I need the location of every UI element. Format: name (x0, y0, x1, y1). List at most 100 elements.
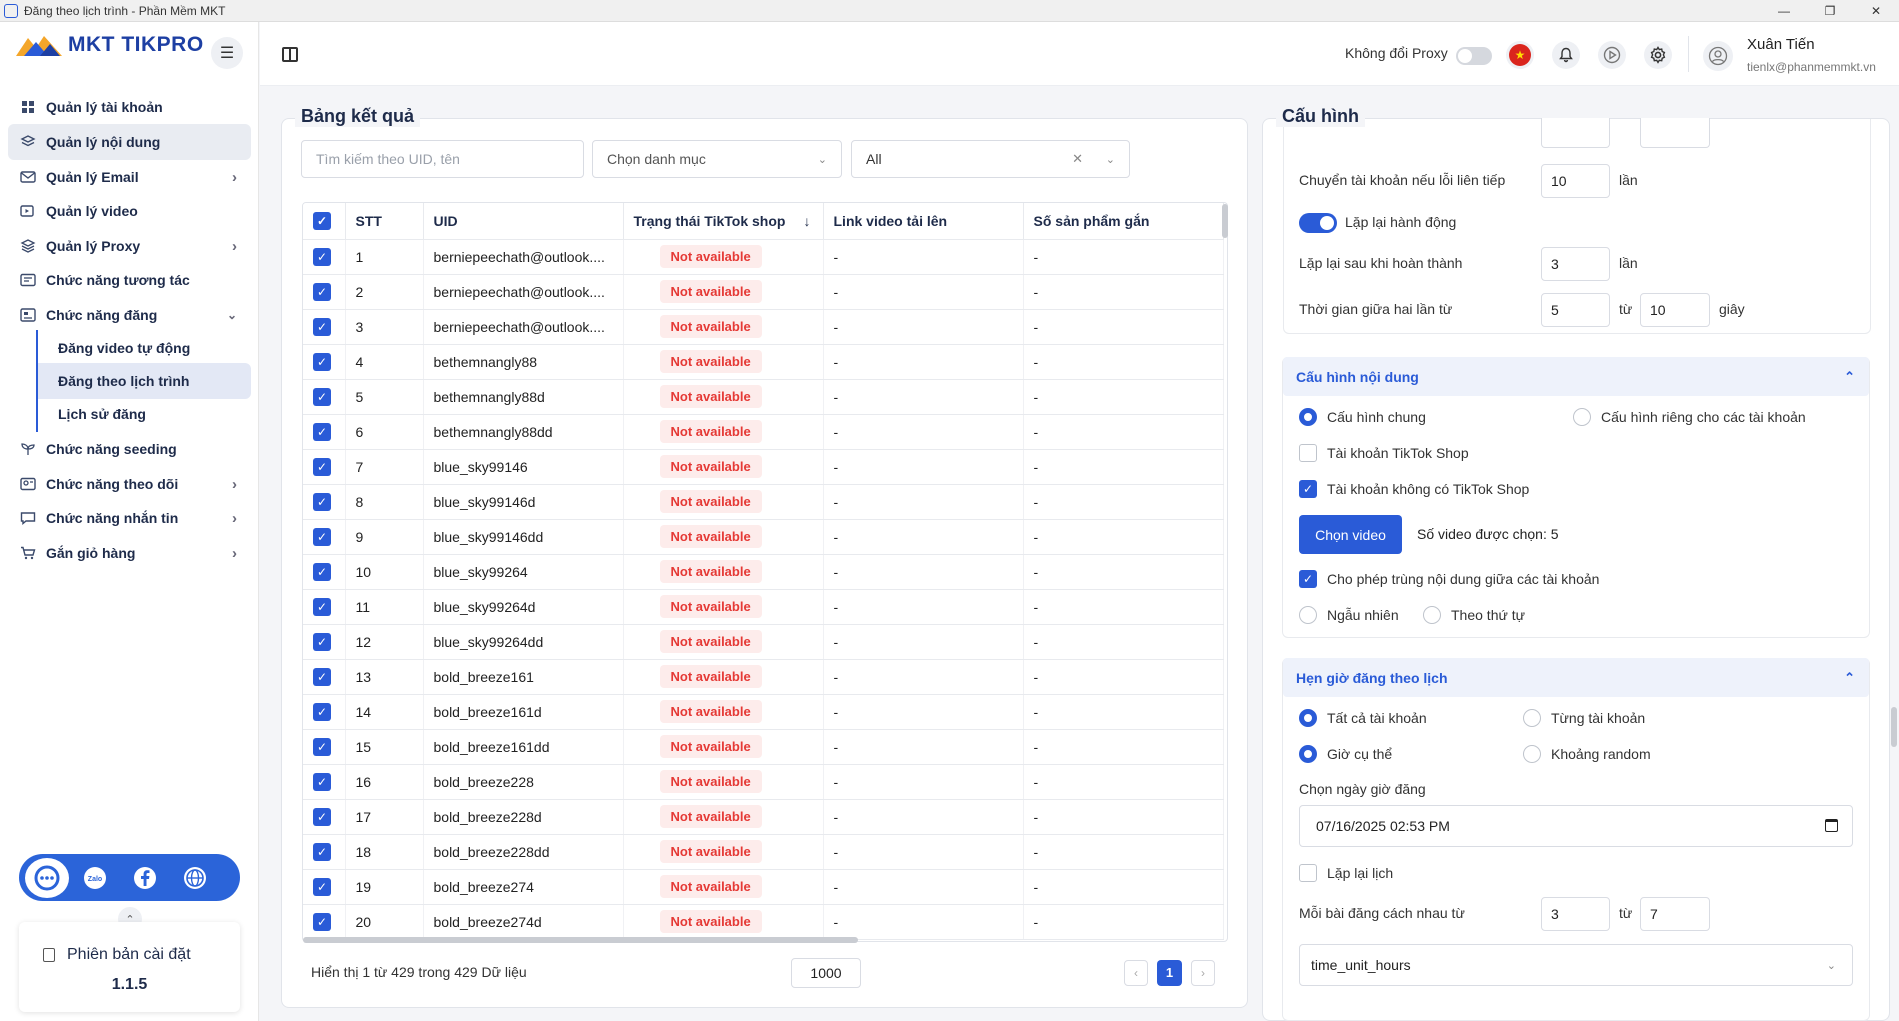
choose-video-button[interactable]: Chọn video (1299, 515, 1402, 554)
row-checkbox[interactable]: ✓ (303, 659, 346, 695)
row-checkbox[interactable]: ✓ (303, 764, 346, 800)
table-row[interactable]: ✓ 1 berniepeechath@outlook.... Not availabl… (303, 239, 1224, 275)
row-checkbox[interactable]: ✓ (303, 274, 346, 310)
col-header-stt[interactable]: STT (345, 203, 424, 240)
zalo-icon[interactable]: Zalo (75, 858, 115, 898)
switch-account-input[interactable]: 10 (1541, 164, 1610, 198)
sidebar-subitem-dang-theo-lich-trinh[interactable]: Đăng theo lịch trình (36, 363, 251, 399)
sidebar-item-quan-ly-noi-dung[interactable]: Quản lý nội dung (8, 124, 251, 160)
col-header-products[interactable]: Số sản phẩm gắn (1023, 203, 1224, 240)
play-icon[interactable] (1598, 41, 1626, 69)
sidebar-item-chuc-nang-seeding[interactable]: Chức năng seeding (8, 431, 251, 467)
no-shop-account-checkbox[interactable]: ✓ Tài khoản không có TikTok Shop (1299, 480, 1529, 498)
maximize-icon[interactable]: ❐ (1807, 0, 1853, 22)
sidebar-item-quan-ly-tai-khoan[interactable]: Quản lý tài khoản (8, 89, 251, 125)
row-checkbox[interactable]: ✓ (303, 344, 346, 380)
row-checkbox[interactable]: ✓ (303, 869, 346, 905)
search-input[interactable]: Tìm kiếm theo UID, tên (301, 140, 584, 178)
table-row[interactable]: ✓ 13 bold_breeze161 Not available - - (303, 659, 1224, 695)
minimize-icon[interactable]: — (1761, 0, 1807, 22)
sidebar-item-quan-ly-email[interactable]: Quản lý Email › (8, 159, 251, 195)
row-checkbox[interactable]: ✓ (303, 239, 346, 275)
specific-time-radio[interactable]: Giờ cụ thể (1299, 745, 1392, 763)
allow-duplicate-checkbox[interactable]: ✓ Cho phép trùng nội dung giữa các tài kh… (1299, 570, 1599, 588)
brand-logo[interactable]: MKT TIKPRO (14, 32, 204, 58)
time-unit-select[interactable]: time_unit_hours ⌄ (1299, 944, 1853, 986)
table-row[interactable]: ✓ 12 blue_sky99264dd Not available - - (303, 624, 1224, 660)
status-filter-select[interactable]: All ✕ ⌄ (851, 140, 1130, 178)
col-header-uid[interactable]: UID (423, 203, 624, 240)
col-header-link[interactable]: Link video tải lên (823, 203, 1024, 240)
vietnam-flag-icon[interactable]: ★ (1506, 41, 1534, 69)
table-row[interactable]: ✓ 7 blue_sky99146 Not available - - (303, 449, 1224, 485)
select-all-checkbox[interactable]: ✓ (303, 203, 346, 240)
each-account-radio[interactable]: Từng tài khoản (1523, 709, 1645, 727)
table-row[interactable]: ✓ 2 berniepeechath@outlook.... Not availabl… (303, 274, 1224, 310)
row-checkbox[interactable]: ✓ (303, 519, 346, 555)
category-select[interactable]: Chọn danh mục ⌄ (592, 140, 842, 178)
schedule-header[interactable]: Hẹn giờ đăng theo lịch ⌃ (1283, 658, 1869, 697)
sidebar-subitem-lich-su-dang[interactable]: Lịch sử đăng (36, 396, 251, 432)
sidebar-item-chuc-nang-tuong-tac[interactable]: Chức năng tương tác (8, 262, 251, 298)
table-row[interactable]: ✓ 11 blue_sky99264d Not available - - (303, 589, 1224, 625)
row-checkbox[interactable]: ✓ (303, 414, 346, 450)
sidebar-item-chuc-nang-theo-doi[interactable]: Chức năng theo dõi › (8, 466, 251, 502)
spacing-from-input[interactable]: 3 (1541, 897, 1610, 931)
table-row[interactable]: ✓ 19 bold_breeze274 Not available - - (303, 869, 1224, 905)
table-vscrollbar[interactable] (1222, 204, 1228, 238)
repeat-schedule-checkbox[interactable]: Lặp lại lịch (1299, 864, 1393, 882)
avatar[interactable] (1703, 41, 1733, 71)
support-icon[interactable] (25, 857, 69, 898)
all-accounts-radio[interactable]: Tất cả tài khoản (1299, 709, 1427, 727)
table-row[interactable]: ✓ 17 bold_breeze228d Not available - - (303, 799, 1224, 835)
menu-toggle-button[interactable]: ☰ (211, 37, 243, 69)
per-account-config-radio[interactable]: Cấu hình riêng cho các tài khoản (1573, 408, 1806, 426)
shop-account-checkbox[interactable]: Tài khoản TikTok Shop (1299, 444, 1469, 462)
sidebar-subitem-dang-video-tu-dong[interactable]: Đăng video tự động (36, 330, 251, 366)
sidebar-item-chuc-nang-dang[interactable]: Chức năng đăng ⌄ (8, 297, 251, 333)
table-row[interactable]: ✓ 4 bethemnangly88 Not available - - (303, 344, 1224, 380)
config-vscrollbar[interactable] (1891, 707, 1897, 747)
interval-to-input[interactable]: 10 (1640, 293, 1710, 327)
facebook-icon[interactable] (125, 858, 165, 898)
table-row[interactable]: ✓ 9 blue_sky99146dd Not available - - (303, 519, 1224, 555)
prev-page-button[interactable]: ‹ (1124, 960, 1148, 986)
sort-down-icon[interactable]: ↓ (804, 213, 811, 229)
table-row[interactable]: ✓ 18 bold_breeze228dd Not available - - (303, 834, 1224, 870)
table-row[interactable]: ✓ 3 berniepeechath@outlook.... Not availabl… (303, 309, 1224, 345)
bell-icon[interactable] (1552, 41, 1580, 69)
page-1-button[interactable]: 1 (1157, 960, 1182, 986)
random-order-radio[interactable]: Ngẫu nhiên (1299, 606, 1399, 624)
table-row[interactable]: ✓ 10 blue_sky99264 Not available - - (303, 554, 1224, 590)
general-config-radio[interactable]: Cấu hình chung (1299, 408, 1426, 426)
row-checkbox[interactable]: ✓ (303, 589, 346, 625)
table-hscrollbar[interactable] (303, 937, 858, 943)
table-row[interactable]: ✓ 6 bethemnangly88dd Not available - - (303, 414, 1224, 450)
table-row[interactable]: ✓ 5 bethemnangly88d Not available - - (303, 379, 1224, 415)
row-checkbox[interactable]: ✓ (303, 624, 346, 660)
interval-from-input[interactable]: 5 (1541, 293, 1610, 327)
repeat-after-input[interactable]: 3 (1541, 247, 1610, 281)
row-checkbox[interactable]: ✓ (303, 484, 346, 520)
row-checkbox[interactable]: ✓ (303, 834, 346, 870)
row-checkbox[interactable]: ✓ (303, 449, 346, 485)
row-checkbox[interactable]: ✓ (303, 694, 346, 730)
row-checkbox[interactable]: ✓ (303, 904, 346, 940)
random-range-radio[interactable]: Khoảng random (1523, 745, 1651, 763)
gear-icon[interactable] (1644, 41, 1672, 69)
layout-toggle-icon[interactable] (282, 47, 298, 62)
sidebar-item-chuc-nang-nhan-tin[interactable]: Chức năng nhắn tin › (8, 500, 251, 536)
globe-icon[interactable] (175, 858, 215, 898)
spacing-to-input[interactable]: 7 (1640, 897, 1710, 931)
row-checkbox[interactable]: ✓ (303, 554, 346, 590)
sidebar-item-quan-ly-video[interactable]: Quản lý video (8, 193, 251, 229)
row-checkbox[interactable]: ✓ (303, 799, 346, 835)
table-row[interactable]: ✓ 16 bold_breeze228 Not available - - (303, 764, 1224, 800)
row-checkbox[interactable]: ✓ (303, 309, 346, 345)
close-icon[interactable]: ✕ (1853, 0, 1899, 22)
next-page-button[interactable]: › (1191, 960, 1215, 986)
sidebar-item-gan-gio-hang[interactable]: Gắn giỏ hàng › (8, 535, 251, 571)
table-row[interactable]: ✓ 14 bold_breeze161d Not available - - (303, 694, 1224, 730)
table-row[interactable]: ✓ 15 bold_breeze161dd Not available - - (303, 729, 1224, 765)
sidebar-item-quan-ly-proxy[interactable]: Quản lý Proxy › (8, 228, 251, 264)
